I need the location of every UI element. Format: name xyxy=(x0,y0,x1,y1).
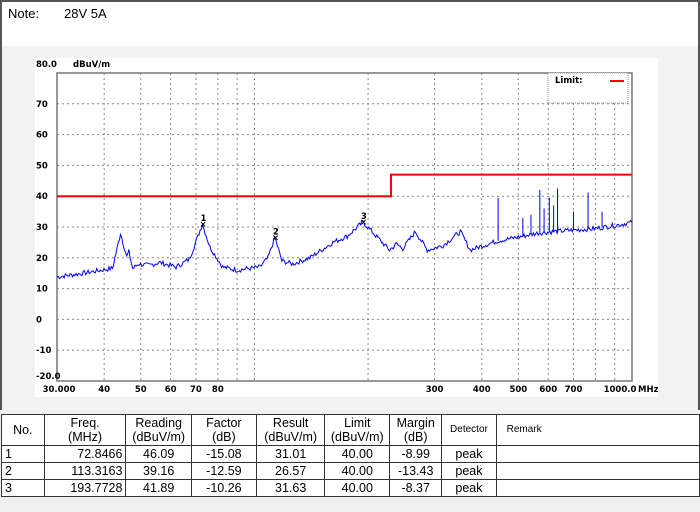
y-tick-label: 40 xyxy=(36,192,48,202)
table-cell: 46.09 xyxy=(125,445,192,463)
table-cell: 113.3163 xyxy=(43,462,127,480)
table-cell: 72.8466 xyxy=(43,445,127,463)
table-cell: -15.08 xyxy=(190,445,257,463)
table-cell xyxy=(495,445,700,463)
table-cell: peak xyxy=(441,445,497,463)
emission-chart: -20.0 -10 0 10 20 30 40 50 60 70 80.0 dBuV/m 30.000 4… xyxy=(35,58,659,397)
header-unit: (dB) xyxy=(212,430,236,444)
table-row: 1 72.8466 46.09 -15.08 31.01 40.00 -8.99 peak xyxy=(1,445,700,463)
column-header: Result (dBuV/m) xyxy=(255,414,326,446)
note-label: Note: xyxy=(8,6,40,21)
column-header: Reading (dBuV/m) xyxy=(125,414,192,446)
header-line: Margin xyxy=(396,416,435,430)
note-box: Note: 28V 5A xyxy=(0,0,700,47)
table-cell xyxy=(495,479,700,497)
x-axis-unit: MHz xyxy=(638,385,658,395)
header-unit: (dBuV/m) xyxy=(132,430,186,444)
marker-label: 3 xyxy=(361,212,367,222)
table-cell: -10.26 xyxy=(190,479,257,497)
y-tick-label: 10 xyxy=(36,285,48,295)
marker-label: 2 xyxy=(273,228,279,238)
table-cell: -8.37 xyxy=(389,479,443,497)
x-tick-label: 80 xyxy=(212,385,224,395)
header-unit: (dBuV/m) xyxy=(330,430,384,444)
table-row: 3 193.7728 41.89 -10.26 31.63 40.00 -8.37 peak xyxy=(1,479,700,497)
header-line: Limit xyxy=(344,416,371,430)
y-tick-label: 30 xyxy=(36,223,48,233)
table-cell: 2 xyxy=(1,462,45,480)
x-tick-label: 700 xyxy=(565,385,583,395)
measurement-trace xyxy=(56,219,633,280)
x-tick-label: 1000.0 xyxy=(604,385,637,395)
column-header: Freq. (MHz) xyxy=(43,414,127,446)
table-cell: peak xyxy=(441,462,497,480)
x-tick-label: 50 xyxy=(135,385,147,395)
y-tick-label: -10 xyxy=(36,346,51,356)
table-cell: 26.57 xyxy=(255,462,326,480)
column-header: Remark xyxy=(495,414,700,446)
y-tick-label: 80.0 xyxy=(36,60,57,70)
header-unit: (dB) xyxy=(403,430,428,444)
x-tick-label: 30.000 xyxy=(43,385,76,395)
table-cell: 193.7728 xyxy=(43,479,127,497)
x-tick-label: 70 xyxy=(190,385,202,395)
column-header: Margin (dB) xyxy=(389,414,443,446)
header-line: Result xyxy=(272,416,309,430)
table-row: 2 113.3163 39.16 -12.59 26.57 40.00 -13.43 peak xyxy=(1,462,700,480)
table-cell: 40.00 xyxy=(324,462,391,480)
table-cell xyxy=(495,462,700,480)
table-cell: 1 xyxy=(1,445,45,463)
y-tick-label: -20.0 xyxy=(36,372,61,382)
header-line: Freq. xyxy=(70,416,100,430)
header-unit: (dBuV/m) xyxy=(264,430,318,444)
y-tick-label: 20 xyxy=(36,254,48,264)
x-tick-label: 40 xyxy=(98,385,110,395)
table-header-row: No. Freq. (MHz) Reading (dBuV/m) Factor (dB) Re… xyxy=(1,414,700,446)
table-cell: 3 xyxy=(1,479,45,497)
header-line: Reading xyxy=(135,416,182,430)
results-table: No. Freq. (MHz) Reading (dBuV/m) Factor (dB) Re… xyxy=(1,414,700,497)
x-tick-label: 300 xyxy=(426,385,444,395)
column-header: Limit (dBuV/m) xyxy=(324,414,391,446)
y-tick-label: 70 xyxy=(36,100,48,110)
table-cell: 31.01 xyxy=(255,445,326,463)
table-cell: peak xyxy=(441,479,497,497)
y-tick-label: 0 xyxy=(36,315,42,325)
table-cell: 40.00 xyxy=(324,479,391,497)
chart-svg: -20.0 -10 0 10 20 30 40 50 60 70 80.0 dBuV/m 30.000 4… xyxy=(36,60,659,395)
legend-label: Limit: xyxy=(555,76,583,86)
table-cell: 41.89 xyxy=(125,479,192,497)
y-tick-label: 50 xyxy=(36,161,48,171)
y-axis-unit: dBuV/m xyxy=(73,60,110,70)
x-tick-label: 400 xyxy=(473,385,491,395)
table-cell: 39.16 xyxy=(125,462,192,480)
column-header: Detector xyxy=(441,414,497,446)
table-cell: -8.99 xyxy=(389,445,443,463)
x-tick-label: 500 xyxy=(509,385,527,395)
column-header: No. xyxy=(1,414,45,446)
header-unit: (MHz) xyxy=(68,430,103,444)
column-header: Factor (dB) xyxy=(190,414,257,446)
table-cell: -12.59 xyxy=(190,462,257,480)
table-cell: 31.63 xyxy=(255,479,326,497)
header-line: Factor xyxy=(206,416,242,430)
table-cell: -13.43 xyxy=(389,462,443,480)
marker-label: 1 xyxy=(200,214,206,224)
x-tick-label: 60 xyxy=(165,385,177,395)
y-tick-label: 60 xyxy=(36,131,48,141)
x-tick-label: 600 xyxy=(539,385,557,395)
note-value: 28V 5A xyxy=(64,6,107,21)
limit-line xyxy=(57,173,632,198)
table-cell: 40.00 xyxy=(324,445,391,463)
